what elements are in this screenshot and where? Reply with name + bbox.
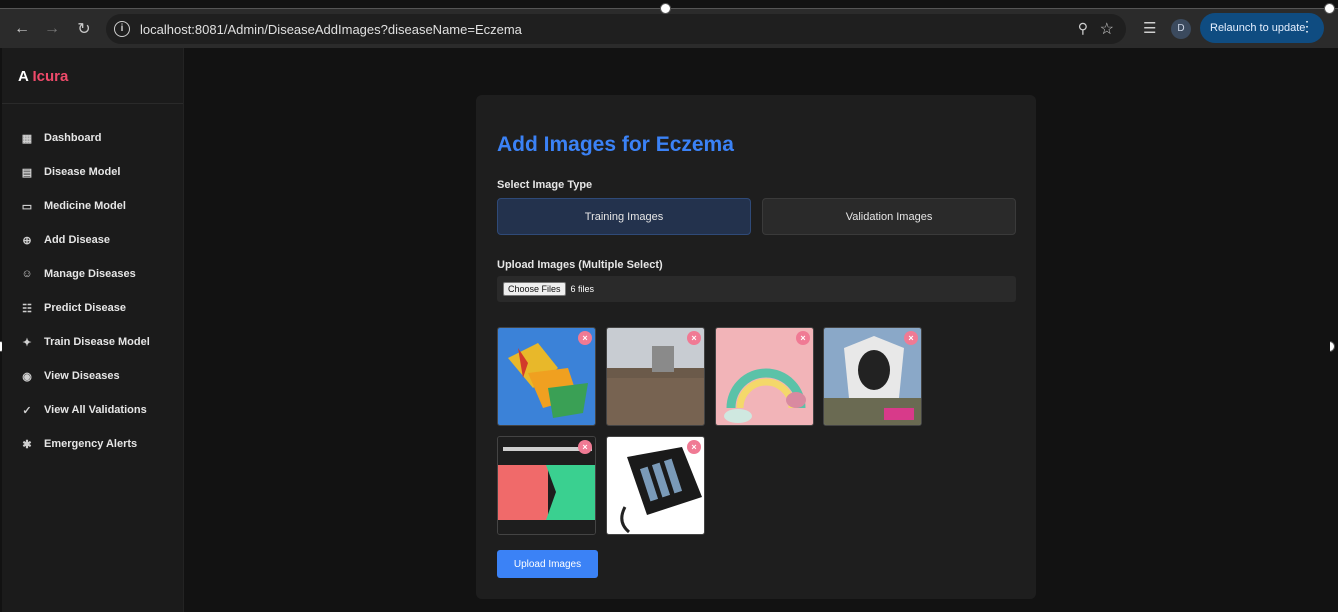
image-preview: × xyxy=(606,327,705,426)
plus-circle-icon: ⊕ xyxy=(22,234,32,247)
address-bar[interactable]: i localhost:8081/Admin/DiseaseAddImages?… xyxy=(106,14,1126,44)
remove-image-button[interactable]: × xyxy=(687,331,701,345)
add-images-card: Add Images for Eczema Select Image Type … xyxy=(476,95,1036,599)
sidebar-menu: ▦ Dashboard ▤ Disease Model ▭ Medicine M… xyxy=(2,121,184,461)
dashboard-icon: ▦ xyxy=(21,132,33,145)
validation-images-button[interactable]: Validation Images xyxy=(762,198,1016,235)
reload-icon[interactable]: ↻ xyxy=(70,9,98,49)
media-control-icon[interactable]: ☰ xyxy=(1143,19,1156,37)
remove-image-button[interactable]: × xyxy=(796,331,810,345)
image-preview: × xyxy=(715,327,814,426)
remove-image-button[interactable]: × xyxy=(578,440,592,454)
image-preview: × xyxy=(497,436,596,535)
remove-image-button[interactable]: × xyxy=(904,331,918,345)
brand-name: Icura xyxy=(32,68,69,85)
sidebar-item-disease-model[interactable]: ▤ Disease Model xyxy=(2,155,184,189)
forward-icon[interactable]: → xyxy=(38,9,66,49)
remove-image-button[interactable]: × xyxy=(578,331,592,345)
relaunch-button[interactable]: Relaunch to update ⋮ xyxy=(1200,13,1324,43)
sidebar-item-label: Dashboard xyxy=(44,132,102,144)
users-gear-icon: ☺ xyxy=(21,268,33,280)
sidebar-item-dashboard[interactable]: ▦ Dashboard xyxy=(2,121,184,155)
sidebar-item-manage-diseases[interactable]: ☺ Manage Diseases xyxy=(2,257,184,291)
sidebar-item-label: View All Validations xyxy=(44,404,147,416)
sidebar-item-predict-disease[interactable]: ☷ Predict Disease xyxy=(2,291,184,325)
checklist-icon: ✓ xyxy=(22,404,32,417)
training-images-button[interactable]: Training Images xyxy=(497,198,751,235)
url-text: localhost:8081/Admin/DiseaseAddImages?di… xyxy=(140,21,522,37)
choose-files-button[interactable]: Choose Files xyxy=(503,282,566,296)
image-preview: × xyxy=(823,327,922,426)
sidebar-item-medicine-model[interactable]: ▭ Medicine Model xyxy=(2,189,184,223)
report-icon: ☷ xyxy=(22,302,32,315)
sidebar-item-label: Disease Model xyxy=(44,166,121,178)
browser-toolbar: ← → ↻ i localhost:8081/Admin/DiseaseAddI… xyxy=(0,8,1338,48)
image-preview: × xyxy=(497,327,596,426)
table-icon: ▤ xyxy=(21,166,33,179)
files-count: 6 files xyxy=(570,284,595,294)
zoom-icon[interactable]: ⚲ xyxy=(1078,20,1088,37)
sidebar-item-label: Add Disease xyxy=(44,234,111,246)
back-icon[interactable]: ← xyxy=(8,9,36,49)
eye-icon: ◉ xyxy=(22,370,32,383)
page-title: Add Images for Eczema xyxy=(497,133,734,156)
brand-prefix: A xyxy=(18,68,29,85)
image-preview: × xyxy=(606,436,705,535)
sidebar-item-train-disease-model[interactable]: ✦ Train Disease Model xyxy=(2,325,184,359)
brand-logo[interactable]: A Icura xyxy=(2,48,183,104)
main-content: Add Images for Eczema Select Image Type … xyxy=(184,48,1330,612)
sidebar: A Icura ▦ Dashboard ▤ Disease Model ▭ Me… xyxy=(2,48,184,612)
upload-images-label: Upload Images (Multiple Select) xyxy=(497,259,663,271)
resize-handle-top[interactable] xyxy=(660,3,671,14)
sidebar-item-emergency-alerts[interactable]: ✱ Emergency Alerts xyxy=(2,427,184,461)
remove-image-button[interactable]: × xyxy=(687,440,701,454)
sidebar-item-view-diseases[interactable]: ◉ View Diseases xyxy=(2,359,184,393)
clipboard-icon: ▭ xyxy=(21,200,33,213)
sidebar-item-add-disease[interactable]: ⊕ Add Disease xyxy=(2,223,184,257)
resize-handle-top-right[interactable] xyxy=(1324,3,1335,14)
more-menu-icon[interactable]: ⋮ xyxy=(1300,18,1314,35)
image-type-label: Select Image Type xyxy=(497,179,593,191)
brain-icon: ✦ xyxy=(22,336,32,349)
sidebar-item-label: Train Disease Model xyxy=(44,336,150,348)
upload-images-button[interactable]: Upload Images xyxy=(497,550,598,578)
site-info-icon[interactable]: i xyxy=(114,21,130,37)
sidebar-item-label: View Diseases xyxy=(44,370,120,382)
sidebar-item-label: Manage Diseases xyxy=(44,268,136,280)
asterisk-icon: ✱ xyxy=(22,438,32,451)
profile-avatar[interactable]: D xyxy=(1171,19,1191,39)
sidebar-item-label: Medicine Model xyxy=(44,200,126,212)
sidebar-item-label: Emergency Alerts xyxy=(44,438,138,450)
sidebar-item-label: Predict Disease xyxy=(44,302,126,314)
relaunch-label: Relaunch to update xyxy=(1210,22,1306,34)
bookmark-star-icon[interactable]: ☆ xyxy=(1100,19,1114,39)
file-input[interactable]: Choose Files 6 files xyxy=(497,276,1016,302)
sidebar-item-view-all-validations[interactable]: ✓ View All Validations xyxy=(2,393,184,427)
